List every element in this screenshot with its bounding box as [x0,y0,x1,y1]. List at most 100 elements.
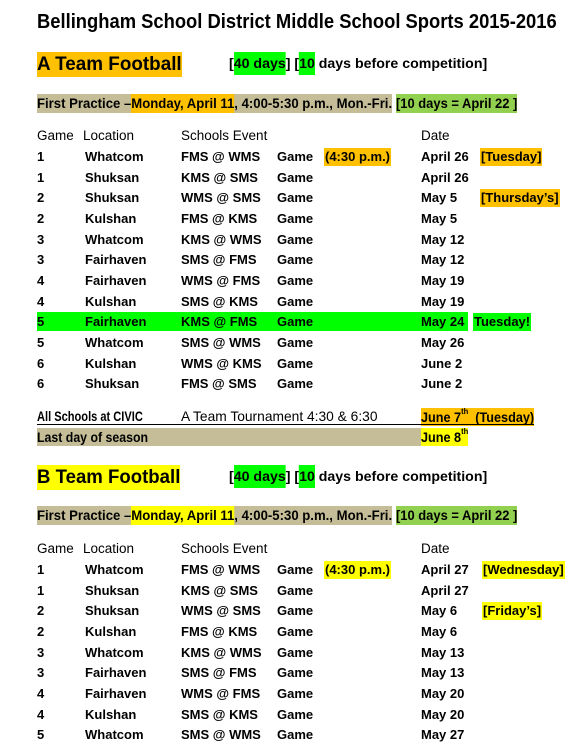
game-number: 3 [37,252,45,267]
location: Fairhaven [85,686,147,701]
event: Game [277,727,314,742]
a-team-tryout-note: [10 days = April 22 ] [396,94,518,113]
table-row: 1 Shuksan KMS @ SMS Game April 26 [0,168,587,188]
days-before-competition-badge: 10 [299,52,315,75]
schools: FMS @ KMS [181,211,258,226]
table-row: 2 Kulshan FMS @ KMS Game May 5 [0,209,587,229]
game-number: 5 [37,727,45,742]
game-number: 1 [37,583,45,598]
event: Game [277,252,314,267]
schools: KMS @ WMS [181,232,262,247]
location: Whatcom [85,727,144,742]
location: Whatcom [85,149,144,164]
weekday-note: Tuesday! [473,313,532,331]
table-row-highlighted: 5 Fairhaven KMS @ FMS Game May 24 Tuesda… [0,312,587,332]
date: May 24 [421,314,465,329]
table-row: 1 Whatcom FMS @ WMS Game (4:30 p.m.) Apr… [0,147,587,167]
date: May 20 [421,686,465,701]
b-team-first-practice: First Practice –Monday, April 11, 4:00-5… [37,506,393,525]
date: June 2 [421,376,463,391]
table-row: 1 Shuksan KMS @ SMS Game April 27 [0,581,587,601]
schools: WMS @ FMS [181,273,261,288]
game-number: 4 [37,273,45,288]
event: Game [277,376,314,391]
date: May 20 [421,707,465,722]
schools: WMS @ FMS [181,686,261,701]
column-location: Location [83,541,135,556]
schools: KMS @ SMS [181,170,258,185]
schools: WMS @ SMS [181,603,261,618]
game-number: 3 [37,232,45,247]
date: May 12 [421,232,465,247]
date: May 5 [421,211,458,226]
tournament-weekday: (Tuesday) [475,409,535,425]
column-game: Game [37,128,74,143]
schools: KMS @ WMS [181,645,262,660]
schools: SMS @ WMS [181,727,261,742]
location: Fairhaven [85,273,147,288]
date: May 6 [421,624,458,639]
date: May 26 [421,335,465,350]
game-number: 1 [37,562,45,577]
schools: FMS @ WMS [181,562,261,577]
game-number: 6 [37,356,45,371]
table-row: 3 Whatcom KMS @ WMS Game May 13 [0,643,587,663]
location: Shuksan [85,583,140,598]
b-team-duration: [40 days] [10 days before competition] [229,465,487,488]
weekday-note: [Friday’s] [482,602,543,620]
event: Game [277,211,314,226]
date: May 6 [421,603,458,618]
location: Whatcom [85,232,144,247]
date: April 27 [421,583,469,598]
schools: KMS @ FMS [181,314,258,329]
b-team-tryout-note: [10 days = April 22 ] [396,506,518,525]
event: Game [277,190,314,205]
schools: SMS @ WMS [181,335,261,350]
location: Kulshan [85,294,137,309]
game-number: 5 [37,314,45,329]
location: Shuksan [85,603,140,618]
tournament-event: A Team Tournament 4:30 & 6:30 [181,408,378,424]
time-note: (4:30 p.m.) [324,148,392,166]
weekday-note: [Thursday’s] [480,189,560,207]
season-length-badge: 40 days [233,52,286,75]
table-row: 6 Kulshan WMS @ KMS Game June 2 [0,354,587,374]
event: Game [277,583,314,598]
a-team-first-practice: First Practice –Monday, April 11, 4:00-5… [37,94,393,113]
schools: SMS @ KMS [181,707,258,722]
first-practice-date: Monday, April 11 [131,94,235,113]
event: Game [277,356,314,371]
date: May 12 [421,252,465,267]
game-number: 5 [37,335,45,350]
location: Fairhaven [85,665,147,680]
column-event: Event [232,541,268,556]
table-row: 4 Fairhaven WMS @ FMS Game May 20 [0,684,587,704]
table-row: 5 Whatcom SMS @ WMS Game May 27 [0,725,587,745]
event: Game [277,149,314,164]
b-team-heading: B Team Football [37,465,181,490]
game-number: 6 [37,376,45,391]
a-team-table-header: Game Location Schools Event Date [0,126,587,146]
table-row: 6 Shuksan FMS @ SMS Game June 2 [0,374,587,394]
column-location: Location [83,128,135,143]
table-row: 3 Whatcom KMS @ WMS Game May 12 [0,230,587,250]
table-row: 4 Kulshan SMS @ KMS Game May 19 [0,292,587,312]
game-number: 3 [37,665,45,680]
location: Kulshan [85,707,137,722]
game-number: 4 [37,294,45,309]
column-schools: Schools [181,128,230,143]
location: Whatcom [85,562,144,577]
game-number: 3 [37,645,45,660]
schools: WMS @ SMS [181,190,261,205]
days-before-competition-badge: 10 [299,465,315,488]
location: Shuksan [85,376,140,391]
season-length-badge: 40 days [233,465,286,488]
date: May 19 [421,273,465,288]
date: May 5 [421,190,458,205]
column-date: Date [421,128,450,143]
date: May 13 [421,645,465,660]
time-note: (4:30 p.m.) [324,561,392,579]
location: Whatcom [85,335,144,350]
game-number: 2 [37,603,45,618]
document-title-text: Bellingham School District Middle School… [37,11,557,33]
